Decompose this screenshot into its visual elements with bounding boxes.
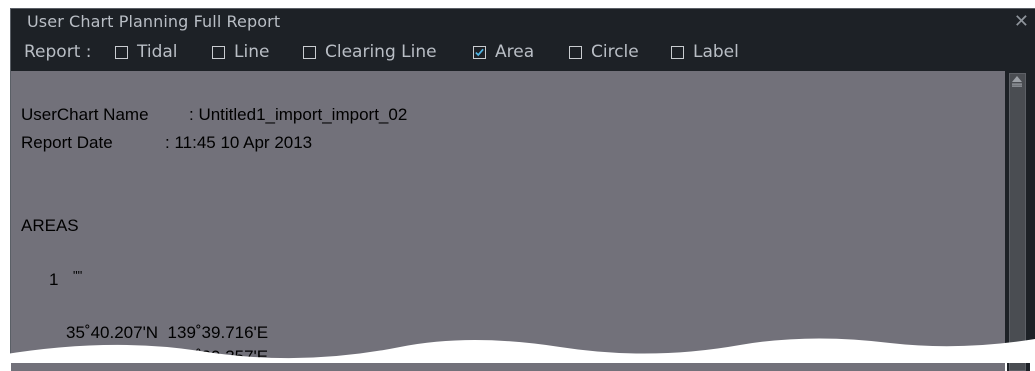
checkbox-circle-label: Circle — [591, 42, 639, 62]
checkbox-label-box[interactable] — [671, 45, 684, 59]
area-coordinate: 35˚38.998'N 139˚39.357'E — [66, 347, 269, 366]
window-title: User Chart Planning Full Report — [27, 12, 281, 31]
checkbox-label[interactable]: Label — [671, 41, 739, 63]
checkbox-line[interactable]: Line — [212, 41, 269, 63]
checkbox-label-label: Label — [693, 42, 739, 62]
scroll-thumb[interactable] — [1009, 73, 1026, 371]
area-index: 1 — [49, 270, 59, 289]
section-title-areas: AREAS — [21, 216, 79, 235]
close-icon[interactable]: ✕ — [1014, 11, 1029, 32]
vertical-scrollbar[interactable] — [1007, 71, 1030, 371]
checkbox-circle[interactable]: Circle — [569, 41, 639, 63]
report-label: Report : — [24, 42, 92, 62]
check-icon — [475, 48, 484, 56]
checkbox-circle-box[interactable] — [569, 45, 582, 59]
report-filter-bar: Report : Tidal Line Clearing Line Area C… — [11, 35, 1035, 71]
report-date-value: : 11:45 10 Apr 2013 — [165, 133, 313, 152]
area-coordinate: 35˚40.207'N 139˚39.716'E — [66, 323, 269, 342]
checkbox-line-label: Line — [234, 42, 270, 62]
report-date-label: Report Date — [21, 133, 113, 152]
area-name: "" — [73, 268, 83, 283]
checkbox-tidal-box[interactable] — [115, 45, 128, 59]
checkbox-clearing-line-box[interactable] — [303, 45, 316, 59]
checkbox-area[interactable]: Area — [473, 41, 534, 63]
checkbox-clearing-line[interactable]: Clearing Line — [303, 41, 437, 63]
checkbox-tidal[interactable]: Tidal — [115, 41, 178, 63]
checkbox-tidal-label: Tidal — [137, 42, 178, 62]
userchart-name-label: UserChart Name — [21, 105, 149, 124]
report-window: User Chart Planning Full Report ✕ Report… — [10, 8, 1035, 371]
scroll-up-arrow-icon[interactable] — [1010, 74, 1024, 88]
checkbox-clearing-line-label: Clearing Line — [325, 42, 437, 62]
title-bar[interactable]: User Chart Planning Full Report ✕ — [11, 9, 1035, 35]
checkbox-line-box[interactable] — [212, 45, 225, 59]
checkbox-area-label: Area — [495, 42, 535, 62]
userchart-name-value: : Untitled1_import_import_02 — [189, 105, 408, 124]
report-content: UserChart Name : Untitled1_import_import… — [11, 71, 1005, 371]
checkbox-area-box[interactable] — [473, 45, 486, 59]
